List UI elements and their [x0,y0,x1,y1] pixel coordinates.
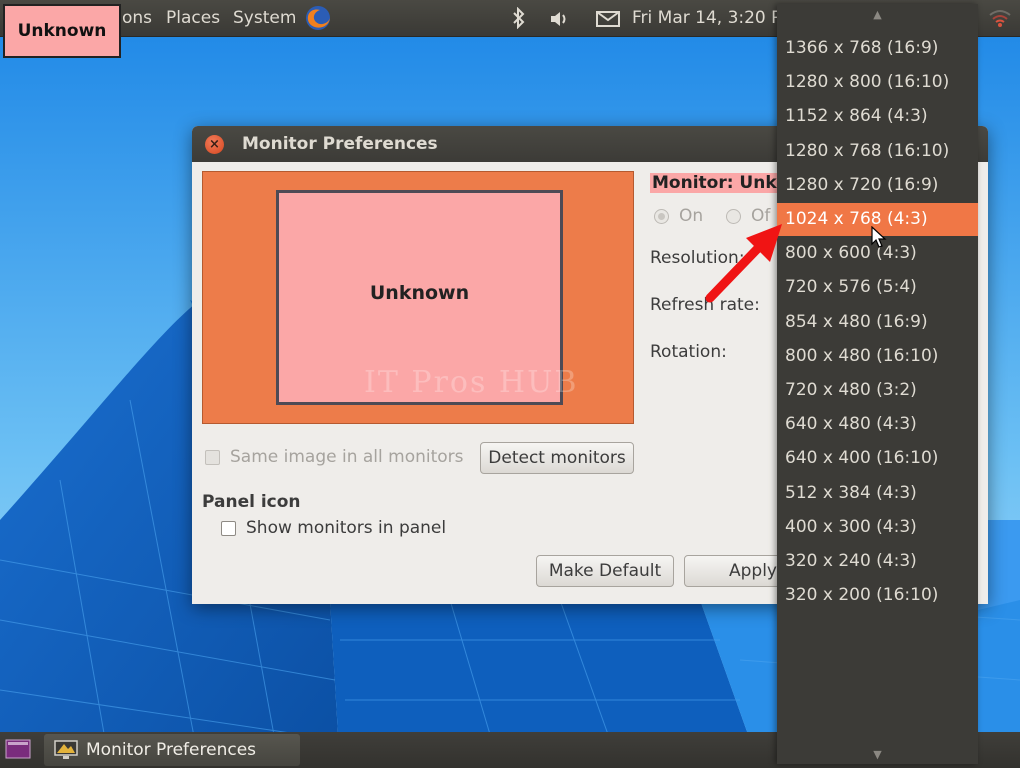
resolution-option[interactable]: 400 x 300 (4:3) [777,511,978,544]
applications-menu[interactable]: ons [122,8,152,28]
resolution-option[interactable]: 720 x 576 (5:4) [777,271,978,304]
window-title: Monitor Preferences [242,134,438,154]
wifi-icon[interactable] [988,9,1012,32]
annotation-arrow-icon [705,224,782,303]
taskbar-monitor-preferences[interactable]: Monitor Preferences [44,734,300,766]
places-menu[interactable]: Places [166,8,220,28]
on-radio[interactable] [654,208,669,224]
scroll-down-icon[interactable]: ▼ [777,748,978,761]
on-radio-row[interactable]: On [654,206,703,226]
show-desktop-icon[interactable] [5,738,31,765]
bluetooth-icon[interactable] [512,6,526,34]
resolution-option[interactable]: 640 x 480 (4:3) [777,408,978,441]
resolution-option[interactable]: 800 x 480 (16:10) [777,340,978,373]
resolution-option[interactable]: 1366 x 768 (16:9) [777,32,978,65]
system-menu[interactable]: System [233,8,296,28]
resolution-option[interactable]: 854 x 480 (16:9) [777,306,978,339]
resolution-option[interactable]: 1280 x 800 (16:10) [777,66,978,99]
watermark: IT Pros HUB [364,365,579,400]
same-image-checkbox-row[interactable]: Same image in all monitors [205,447,464,467]
detect-monitors-button[interactable]: Detect monitors [480,442,634,474]
panel-icon-heading: Panel icon [202,492,301,512]
mouse-cursor-icon [871,226,887,248]
make-default-button[interactable]: Make Default [536,555,674,587]
monitor-preview-label: Unknown [369,281,470,304]
firefox-icon[interactable] [304,4,332,37]
show-monitors-checkbox[interactable] [221,520,236,536]
resolution-option[interactable]: 512 x 384 (4:3) [777,477,978,510]
resolution-option[interactable]: 320 x 240 (4:3) [777,545,978,578]
same-image-checkbox[interactable] [205,449,220,465]
clock[interactable]: Fri Mar 14, 3:20 P [632,8,781,28]
resolution-dropdown-list[interactable]: ▲ ▼ 1366 x 768 (16:9) 1280 x 800 (16:10) 1… [777,4,978,764]
resolution-option[interactable]: 1280 x 720 (16:9) [777,169,978,202]
monitor-name-label: Monitor: Unkn [650,173,791,193]
scroll-up-icon[interactable]: ▲ [777,8,978,21]
resolution-option[interactable]: 720 x 480 (3:2) [777,374,978,407]
resolution-option[interactable]: 640 x 400 (16:10) [777,442,978,475]
close-icon[interactable]: × [205,135,224,154]
resolution-option[interactable]: 1152 x 864 (4:3) [777,100,978,133]
rotation-label: Rotation: [650,342,727,362]
same-image-label: Same image in all monitors [230,447,464,467]
resolution-option[interactable]: 320 x 200 (16:10) [777,579,978,612]
monitor-preferences-icon [54,740,78,765]
workspace-monitor-badge: Unknown [3,4,121,58]
mail-icon[interactable] [596,11,620,32]
show-monitors-label: Show monitors in panel [246,518,447,538]
taskbar-label: Monitor Preferences [86,740,257,760]
volume-icon[interactable] [550,10,570,33]
resolution-option[interactable]: 1280 x 768 (16:10) [777,135,978,168]
show-monitors-checkbox-row[interactable]: Show monitors in panel [221,518,446,538]
